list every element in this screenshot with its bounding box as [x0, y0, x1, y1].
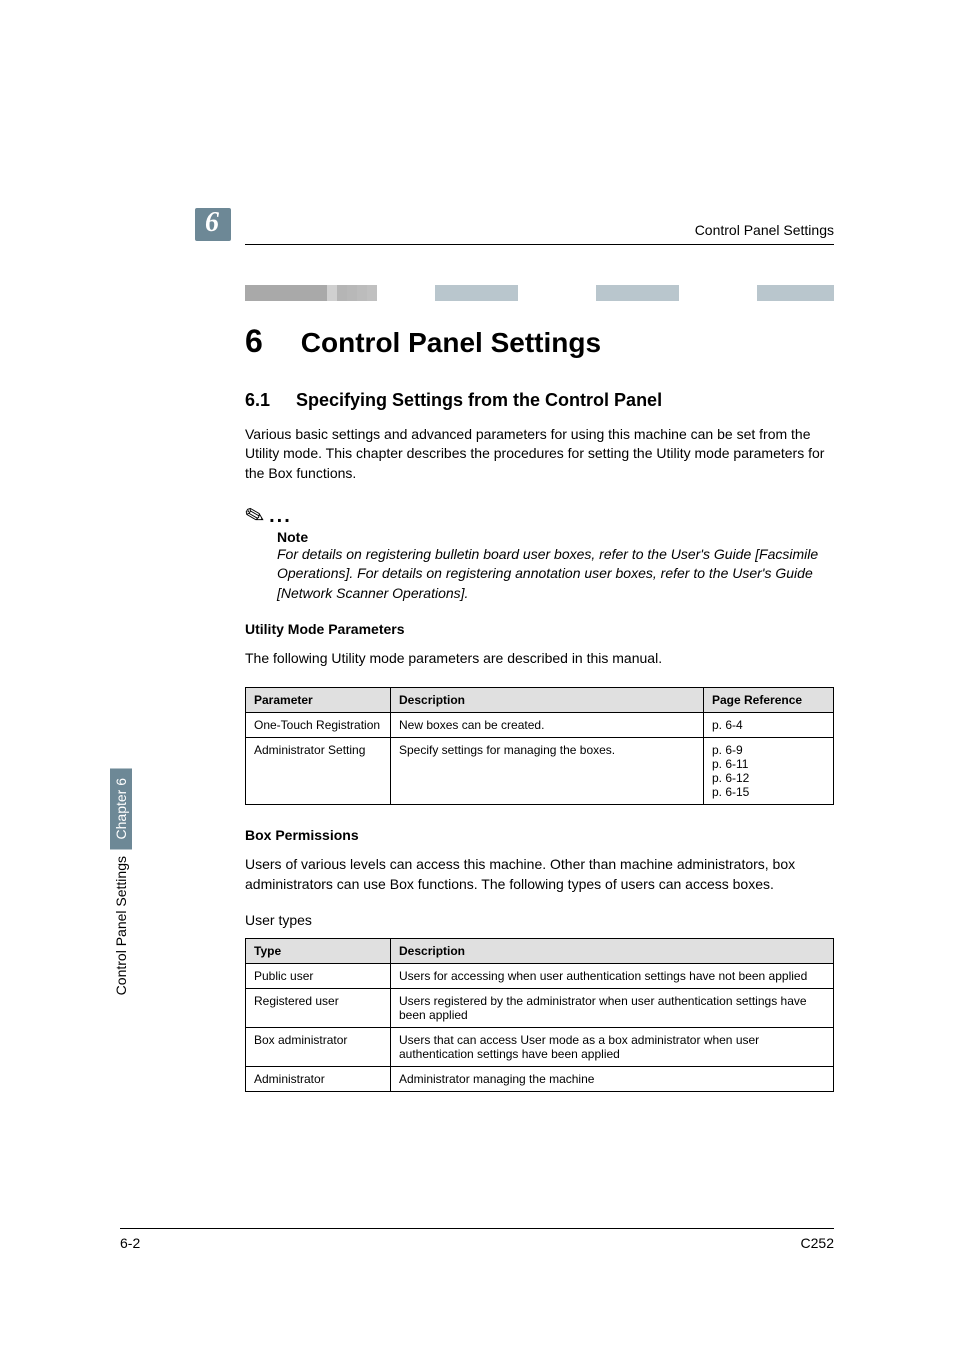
utility-table: Parameter Description Page Reference One… [245, 687, 834, 805]
cell-description: Users registered by the administrator wh… [391, 989, 834, 1028]
cell-description: Users that can access User mode as a box… [391, 1028, 834, 1067]
permissions-heading: Box Permissions [245, 827, 834, 843]
decorative-stripe [245, 285, 834, 301]
running-title: Control Panel Settings [695, 222, 834, 238]
cell-pageref: p. 6-4 [704, 712, 834, 737]
cell-type: Administrator [246, 1067, 391, 1092]
section-number: 6.1 [245, 390, 270, 411]
cell-description: Specify settings for managing the boxes. [391, 737, 704, 804]
cell-pageref: p. 6-9 p. 6-11 p. 6-12 p. 6-15 [704, 737, 834, 804]
page-header: 6 Control Panel Settings [245, 205, 834, 238]
sidebar-chapter: Chapter 6 [110, 768, 132, 849]
section-heading: 6.1 Specifying Settings from the Control… [245, 390, 834, 411]
utility-intro: The following Utility mode parameters ar… [245, 649, 834, 669]
header-rule [245, 244, 834, 245]
chapter-number: 6 [245, 323, 263, 360]
table-row: Box administrator Users that can access … [246, 1028, 834, 1067]
section-title: Specifying Settings from the Control Pan… [296, 390, 662, 411]
perm-header-description: Description [391, 939, 834, 964]
chapter-title: 6 Control Panel Settings [245, 323, 834, 360]
section-intro: Various basic settings and advanced para… [245, 425, 834, 484]
table-row: Administrator Setting Specify settings f… [246, 737, 834, 804]
cell-type: Box administrator [246, 1028, 391, 1067]
cell-parameter: Administrator Setting [246, 737, 391, 804]
utility-header-pageref: Page Reference [704, 687, 834, 712]
utility-header-parameter: Parameter [246, 687, 391, 712]
utility-header-description: Description [391, 687, 704, 712]
table-row: One-Touch Registration New boxes can be … [246, 712, 834, 737]
user-types-label: User types [245, 912, 834, 928]
note-block: ✎ ... Note For details on registering bu… [245, 502, 834, 604]
note-body: For details on registering bulletin boar… [277, 545, 834, 604]
chapter-title-text: Control Panel Settings [301, 327, 601, 359]
cell-type: Public user [246, 964, 391, 989]
note-heading: Note [277, 529, 834, 545]
chapter-badge: 6 [195, 208, 231, 241]
cell-type: Registered user [246, 989, 391, 1028]
cell-description: Users for accessing when user authentica… [391, 964, 834, 989]
cell-description: Administrator managing the machine [391, 1067, 834, 1092]
cell-description: New boxes can be created. [391, 712, 704, 737]
footer-model: C252 [801, 1235, 834, 1251]
permissions-table: Type Description Public user Users for a… [245, 938, 834, 1092]
footer-page-number: 6-2 [120, 1235, 140, 1251]
page-footer: 6-2 C252 [120, 1228, 834, 1251]
sidebar-title: Control Panel Settings [113, 856, 129, 995]
perm-header-type: Type [246, 939, 391, 964]
sidebar-tab: Chapter 6 Control Panel Settings [108, 695, 134, 995]
table-row: Registered user Users registered by the … [246, 989, 834, 1028]
table-row: Administrator Administrator managing the… [246, 1067, 834, 1092]
permissions-intro: Users of various levels can access this … [245, 855, 834, 894]
table-row: Public user Users for accessing when use… [246, 964, 834, 989]
note-icon: ✎ [242, 499, 269, 532]
cell-parameter: One-Touch Registration [246, 712, 391, 737]
utility-heading: Utility Mode Parameters [245, 621, 834, 637]
